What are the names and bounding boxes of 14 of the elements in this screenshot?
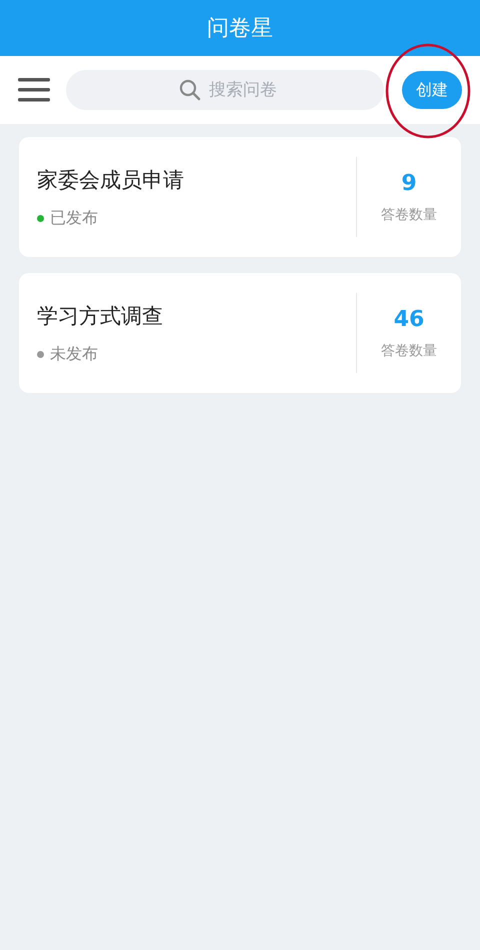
menu-icon[interactable] — [18, 77, 50, 103]
search-field[interactable]: 搜索问卷 — [66, 70, 384, 110]
response-count-label: 答卷数量 — [381, 342, 437, 360]
response-count: 9 — [401, 170, 417, 196]
survey-card[interactable]: 学习方式调查 未发布 46 答卷数量 — [19, 273, 461, 393]
response-count-label: 答卷数量 — [381, 206, 437, 224]
survey-status: 未发布 — [50, 344, 98, 364]
app-title: 问卷星 — [207, 15, 273, 43]
response-count: 46 — [394, 306, 424, 332]
survey-title: 学习方式调查 — [37, 302, 164, 330]
survey-title: 家委会成员申请 — [37, 166, 185, 194]
survey-card[interactable]: 家委会成员申请 已发布 9 答卷数量 — [19, 137, 461, 257]
search-icon — [179, 79, 201, 101]
survey-status: 已发布 — [50, 208, 98, 228]
